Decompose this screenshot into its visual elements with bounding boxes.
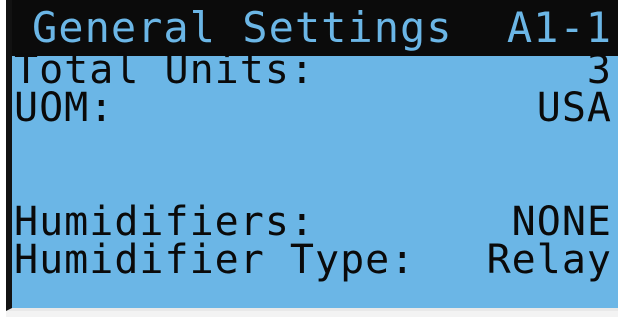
setting-row-humidifiers[interactable]: Humidifiers: NONE — [12, 202, 618, 242]
setting-label-humidifiers: Humidifiers: — [14, 199, 315, 245]
setting-value-humidifier-type[interactable]: Relay — [487, 240, 612, 280]
setting-label-uom: UOM: — [14, 85, 115, 131]
setting-row-uom[interactable]: UOM: USA — [12, 88, 618, 128]
setting-row-humidifier-type[interactable]: Humidifier Type: Relay — [12, 240, 618, 280]
lcd-bottom-edge — [6, 311, 618, 317]
setting-value-humidifiers[interactable]: NONE — [512, 202, 612, 242]
setting-value-total-units[interactable]: 3 — [587, 50, 612, 90]
lcd-display: General Settings A1-1 Total Units: 3 UOM… — [6, 0, 618, 311]
setting-label-total-units: Total Units: — [14, 47, 315, 93]
setting-value-uom[interactable]: USA — [537, 88, 612, 128]
setting-row-total-units[interactable]: Total Units: 3 — [12, 50, 618, 90]
setting-label-humidifier-type: Humidifier Type: — [14, 237, 416, 283]
